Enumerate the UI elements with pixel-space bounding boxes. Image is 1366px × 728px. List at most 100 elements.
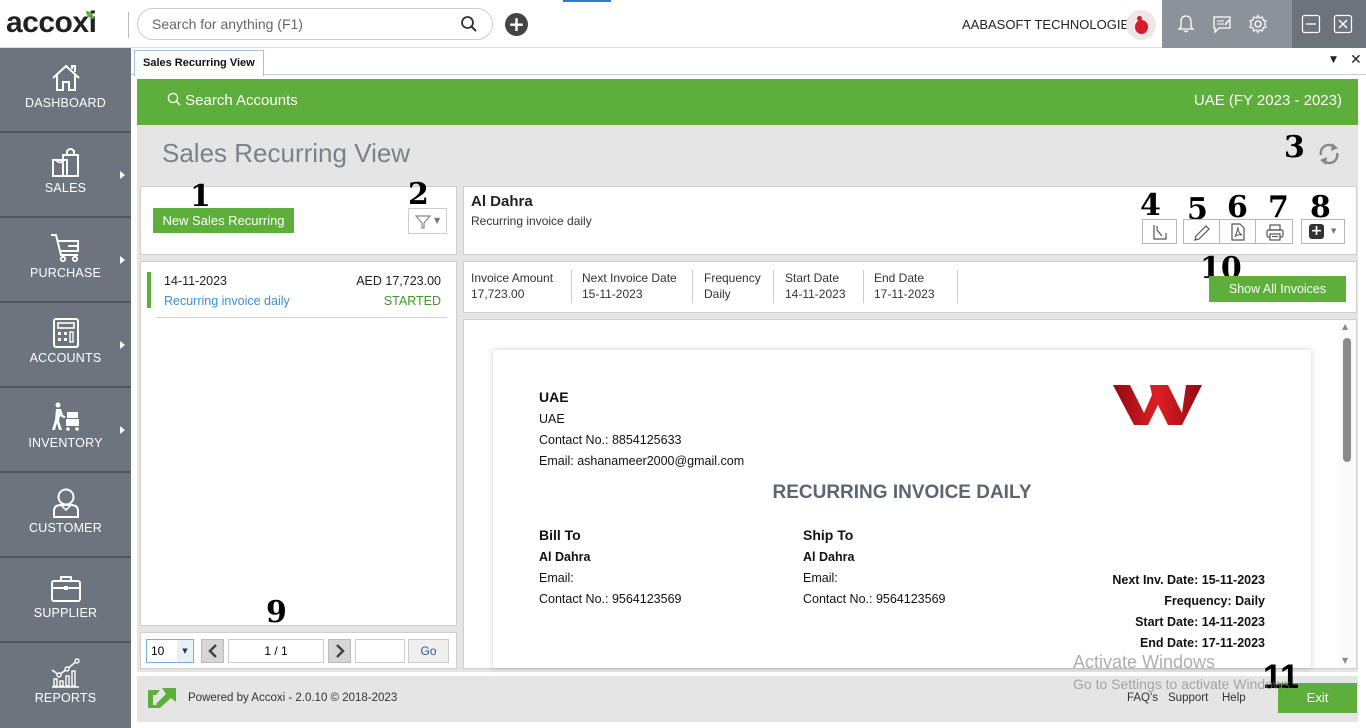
scroll-down-icon[interactable]: ▼ [1342,656,1348,665]
document-title: RECURRING INVOICE DAILY [772,482,1032,503]
annotation-2: 2 [408,177,429,212]
annotation-3: 3 [1284,130,1305,165]
ship-to-heading: Ship To [803,527,854,543]
bill-to-contact: Contact No.: 9564123569 [539,592,682,606]
caret-right-icon [120,426,125,434]
caret-right-icon [120,171,125,179]
sidebar-item-purchase[interactable]: PURCHASE [0,218,131,303]
company-name: UAE [539,389,569,405]
goto-page-input[interactable] [355,639,405,663]
status-badge: STARTED [383,294,441,308]
stat-invoice-amount: Invoice Amount 17,723.00 [471,271,554,301]
global-search-input[interactable] [152,16,452,32]
faq-link[interactable]: FAQ's [1127,692,1158,704]
page-size-select[interactable]: 10 ▼ [146,639,194,663]
stop-recurring-button[interactable] [1142,219,1177,244]
scroll-up-icon[interactable]: ▲ [1342,322,1348,331]
shopping-bag-icon [52,148,79,177]
print-button[interactable] [1255,219,1293,244]
tab-list-dropdown-icon[interactable]: ▼ [1330,55,1337,65]
tab-bar: Sales Recurring View ▼ ✕ [131,48,1366,76]
cart-icon [51,234,79,263]
frequency: Frequency: Daily [1164,594,1265,608]
ship-to-email: Email: [803,571,838,585]
window-controls [1292,0,1366,48]
pagination: 10 ▼ 1 / 1 Go [140,632,457,669]
bill-to-email: Email: [539,571,574,585]
recurring-list: 14-11-2023 AED 17,723.00 Recurring invoi… [140,261,457,630]
end-date: End Date: 17-11-2023 [1139,636,1265,650]
next-invoice-date: Next Inv. Date: 15-11-2023 [1112,573,1265,587]
sidebar-item-sales[interactable]: SALES [0,133,131,218]
stat-next-invoice-date: Next Invoice Date 15-11-2023 [582,271,677,301]
chart-icon [51,658,80,688]
page-header: Sales Recurring View 3 [137,125,1358,182]
selected-indicator [147,272,151,308]
fiscal-year-label: UAE (FY 2023 - 2023) [1193,92,1342,109]
sidebar-item-dashboard[interactable]: DASHBOARD [0,48,131,133]
company-selector[interactable]: AABASOFT TECHNOLOGIES▶ [962,17,1150,32]
caret-down-icon: ▼ [434,216,441,225]
quick-add-button[interactable]: + [505,13,528,36]
sidebar: DASHBOARD SALES PURCHASE ACCOUNTS INVENT… [0,48,131,728]
go-button[interactable]: Go [408,639,449,663]
activate-windows-subtitle: Go to Settings to activate Windows. [1073,676,1294,692]
minimize-icon[interactable] [1301,14,1321,34]
show-all-invoices-button[interactable]: Show All Invoices [1209,276,1346,302]
plus-icon: + [1309,223,1324,239]
bill-to-name: Al Dahra [539,550,591,564]
close-window-icon[interactable] [1333,14,1353,34]
new-sales-recurring-button[interactable]: New Sales Recurring [153,208,294,233]
calculator-icon [53,318,79,348]
clock-icon [1153,225,1167,240]
filter-button[interactable]: ▼ [408,208,447,234]
user-avatar[interactable] [1126,10,1156,40]
toolbar-icons [1162,0,1292,48]
bell-icon[interactable] [1176,14,1196,34]
more-actions-dropdown[interactable]: + ▼ [1301,219,1345,244]
stat-start-date: Start Date 14-11-2023 [785,271,846,301]
sidebar-item-accounts[interactable]: ACCOUNTS [0,303,131,388]
close-tab-icon[interactable]: ✕ [1350,52,1362,68]
tab-sales-recurring-view[interactable]: Sales Recurring View [134,50,264,76]
scrollbar-thumb[interactable] [1343,338,1351,462]
edit-button[interactable] [1183,219,1220,244]
chevron-left-icon [207,644,217,658]
list-item[interactable]: 14-11-2023 AED 17,723.00 Recurring invoi… [147,270,447,318]
printer-icon [1266,224,1284,241]
page-indicator: 1 / 1 [228,639,324,663]
sidebar-item-reports[interactable]: REPORTS [0,643,131,728]
search-icon [167,92,181,106]
recurring-description: Recurring invoice daily [471,214,592,228]
sidebar-item-customer[interactable]: CUSTOMER [0,473,131,558]
message-icon[interactable] [1212,14,1232,34]
start-date: Start Date: 14-11-2023 [1135,615,1265,629]
global-search[interactable] [137,8,493,40]
recurring-summary: Invoice Amount 17,723.00 Next Invoice Dat… [463,254,1357,313]
page-title: Sales Recurring View [162,138,411,168]
sidebar-item-supplier[interactable]: SUPPLIER [0,558,131,643]
company-email: Email: ashanameer2000@gmail.com [539,454,745,468]
sidebar-item-inventory[interactable]: INVENTORY [0,388,131,473]
bill-to-heading: Bill To [539,527,581,543]
stat-frequency: Frequency Daily [704,271,761,301]
help-link[interactable]: Help [1222,692,1246,704]
gear-icon[interactable] [1248,14,1268,34]
accoxi-logo[interactable]: accoxi [6,6,97,40]
pdf-button[interactable] [1219,219,1256,244]
filter-icon [415,215,431,229]
loading-indicator [563,0,611,2]
support-link[interactable]: Support [1168,692,1208,704]
caret-down-icon: ▼ [177,640,193,662]
vertical-scrollbar[interactable]: ▲ ▼ [1339,320,1355,668]
annotation-9: 9 [266,595,287,630]
next-page-button[interactable] [328,639,351,663]
refresh-icon[interactable] [1315,139,1343,169]
prev-page-button[interactable] [201,639,224,663]
record-name-link[interactable]: Recurring invoice daily [164,294,290,308]
accounts-bar: Search Accounts UAE (FY 2023 - 2023) [137,79,1358,125]
search-accounts-link[interactable]: Search Accounts [167,92,298,109]
logo-divider [128,12,129,38]
ship-to-name: Al Dahra [803,550,855,564]
search-icon[interactable] [460,15,478,33]
